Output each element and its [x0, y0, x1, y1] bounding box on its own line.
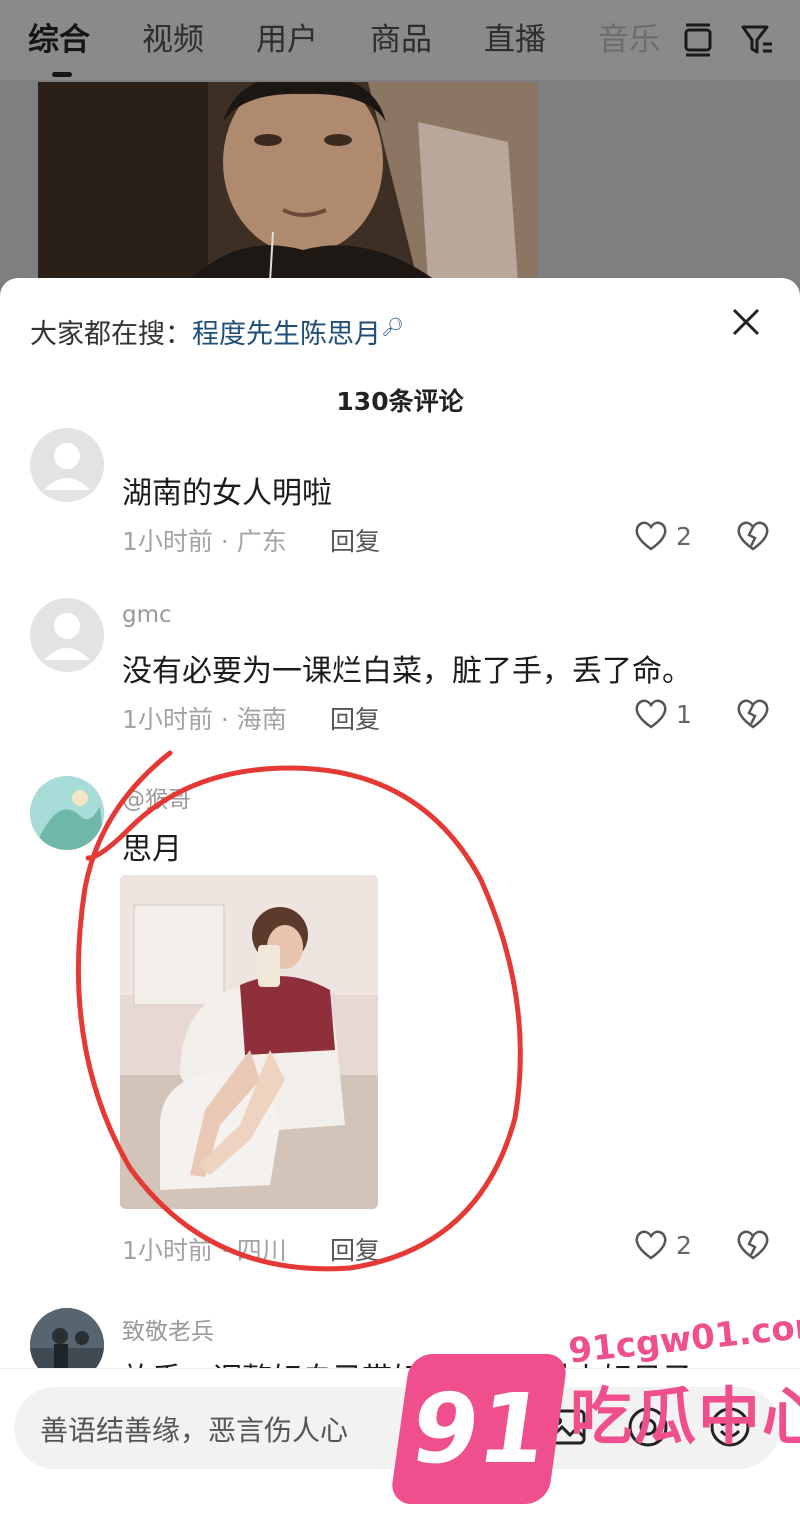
tab-user[interactable]: 用户 — [256, 18, 318, 62]
comment-meta: 1小时前 · 海南 — [122, 705, 287, 734]
comment-text: 湖南的女人明啦 — [122, 476, 332, 511]
heart-icon — [635, 1230, 667, 1260]
comment-username[interactable]: gmc — [122, 602, 172, 628]
layout-toggle-icon[interactable] — [682, 22, 714, 58]
comment-meta: 1小时前 · 四川 — [122, 1236, 287, 1265]
tab-goods[interactable]: 商品 — [370, 18, 432, 62]
comment-text: 没有必要为一课烂白菜，脏了手，丢了命。 — [122, 654, 692, 689]
like-count: 2 — [676, 1230, 692, 1260]
broken-heart-icon[interactable] — [736, 698, 770, 730]
broken-heart-icon[interactable] — [736, 520, 770, 552]
image-icon[interactable] — [544, 1405, 588, 1449]
like-count: 2 — [676, 521, 692, 551]
search-suggestion-prefix: 大家都在搜： — [30, 319, 192, 350]
category-tabs: 综合 视频 用户 商品 直播 音乐 — [28, 18, 712, 62]
comment-photo[interactable] — [120, 875, 378, 1209]
comment-meta: 1小时前 · 广东 — [122, 527, 287, 556]
close-icon[interactable] — [726, 302, 766, 342]
comment-input-placeholder: 善语结善缘，恶言伤人心 — [40, 1414, 349, 1447]
comment-sheet: 大家都在搜：程度先生陈思月🔎︎ 130条评论 湖南的女人明啦 1小时前 · 广东… — [0, 278, 800, 1519]
comment-username[interactable]: @猴哥 — [122, 780, 191, 814]
reply-button[interactable]: 回复 — [330, 1231, 380, 1267]
emoji-icon[interactable] — [708, 1405, 752, 1449]
heart-icon — [635, 699, 667, 729]
reply-button[interactable]: 回复 — [330, 522, 380, 558]
tab-music[interactable]: 音乐 — [598, 18, 660, 62]
search-results-header: 综合 视频 用户 商品 直播 音乐 — [0, 0, 800, 80]
tab-video[interactable]: 视频 — [142, 18, 204, 62]
active-tab-indicator — [52, 72, 72, 77]
like-button[interactable]: 1 — [634, 698, 692, 730]
comment-input[interactable]: 善语结善缘，恶言伤人心 — [14, 1387, 780, 1469]
search-suggestion-keyword[interactable]: 程度先生陈思月 — [192, 319, 381, 350]
search-icon: 🔎︎ — [381, 317, 404, 338]
like-button[interactable]: 2 — [634, 1229, 692, 1261]
mention-icon[interactable] — [626, 1405, 670, 1449]
comment-input-bar: 善语结善缘，恶言伤人心 — [0, 1368, 800, 1519]
search-suggestion[interactable]: 大家都在搜：程度先生陈思月🔎︎ — [30, 308, 404, 355]
comment-text: 思月 — [122, 832, 182, 867]
comment-username[interactable]: 致敬老兵 — [122, 1312, 214, 1346]
like-count: 1 — [676, 699, 692, 729]
filter-icon[interactable] — [740, 22, 772, 58]
reply-button[interactable]: 回复 — [330, 700, 380, 736]
avatar[interactable] — [30, 598, 104, 672]
avatar[interactable] — [30, 428, 104, 502]
avatar[interactable] — [30, 776, 104, 850]
comment-count: 130条评论 — [336, 387, 464, 416]
like-button[interactable]: 2 — [634, 520, 692, 552]
heart-icon — [635, 521, 667, 551]
tab-live[interactable]: 直播 — [484, 18, 546, 62]
broken-heart-icon[interactable] — [736, 1229, 770, 1261]
tab-comprehensive[interactable]: 综合 — [28, 18, 90, 62]
video-thumbnail[interactable] — [38, 82, 538, 282]
